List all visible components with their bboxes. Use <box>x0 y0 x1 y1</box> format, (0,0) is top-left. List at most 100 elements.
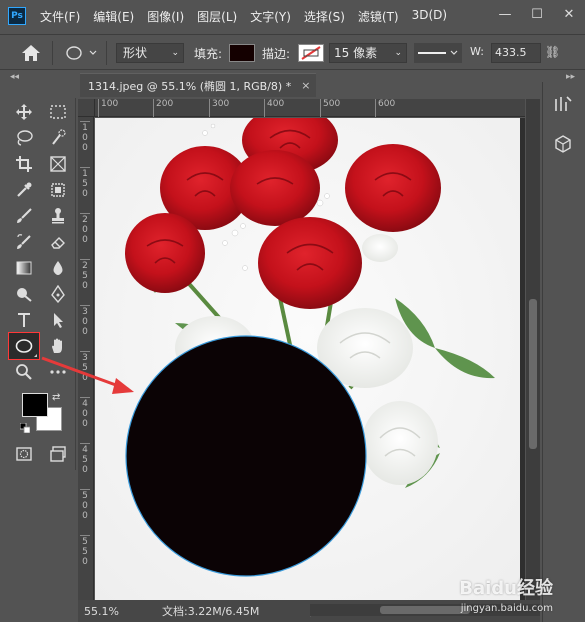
options-bar: 形状 ⌄ 填充: 描边: 15 像素 ⌄ W: 433.5 俳 ⛓ <box>0 34 585 70</box>
scrollbar-thumb[interactable] <box>380 606 470 614</box>
default-colors-icon[interactable] <box>20 423 30 433</box>
stroke-type-select[interactable] <box>414 43 462 63</box>
stamp-icon <box>52 208 64 224</box>
eraser-tool[interactable] <box>44 230 72 254</box>
ruler-origin[interactable] <box>78 99 95 117</box>
crop-icon <box>16 156 32 172</box>
close-window-button[interactable]: ✕ <box>553 0 585 28</box>
pen-tool[interactable] <box>44 282 72 306</box>
frame-icon <box>50 156 66 172</box>
adjustments-icon[interactable] <box>553 94 573 114</box>
quick-selection-tool[interactable] <box>44 126 72 150</box>
hand-tool[interactable] <box>44 334 72 358</box>
document-tab[interactable]: 1314.jpeg @ 55.1% (椭圆 1, RGB/8) * × <box>80 73 316 97</box>
zoom-tool[interactable] <box>10 360 38 384</box>
stroke-color-swatch[interactable] <box>298 44 324 62</box>
minimize-button[interactable]: — <box>489 0 521 28</box>
dodge-tool[interactable] <box>10 282 38 306</box>
scrollbar-thumb[interactable] <box>529 299 537 449</box>
crop-tool[interactable] <box>10 152 38 176</box>
document-canvas[interactable] <box>95 118 525 600</box>
ruler-label: 200 <box>80 213 90 245</box>
stroke-width-value: 15 像素 <box>334 46 378 60</box>
fill-color-swatch[interactable] <box>229 44 255 62</box>
menu-layer[interactable]: 图层(L) <box>197 8 237 25</box>
width-input[interactable]: 433.5 俳 <box>491 43 541 63</box>
stroke-label: 描边: <box>262 47 291 61</box>
menu-image[interactable]: 图像(I) <box>147 8 184 25</box>
ellipse-tool[interactable] <box>8 332 40 360</box>
arrow-cursor-icon <box>54 313 63 328</box>
ellipsis-icon <box>50 370 66 374</box>
vertical-scrollbar[interactable] <box>526 99 540 600</box>
home-icon[interactable] <box>20 43 42 63</box>
path-selection-tool[interactable] <box>44 308 72 332</box>
swap-colors-icon[interactable]: ⇄ <box>52 392 60 403</box>
ruler-label: 550 <box>80 535 90 567</box>
tool-preset-picker[interactable] <box>66 45 100 64</box>
gradient-tool[interactable] <box>10 256 38 280</box>
ruler-label: 600 <box>375 99 395 117</box>
ruler-label: 500 <box>80 489 90 521</box>
vertical-ruler[interactable]: 100 150 200 250 300 350 400 450 500 550 <box>78 117 94 600</box>
line-style-icon <box>414 43 462 63</box>
quick-mask-button[interactable] <box>10 442 38 466</box>
more-tools-button[interactable] <box>44 360 72 384</box>
lasso-tool[interactable] <box>10 126 38 150</box>
screen-mode-button[interactable] <box>44 442 72 466</box>
menu-3d[interactable]: 3D(D) <box>412 8 447 25</box>
right-panel-dock <box>542 82 585 622</box>
dodge-icon <box>17 288 32 302</box>
marquee-tool[interactable] <box>44 100 72 124</box>
ruler-label: 300 <box>209 99 229 117</box>
move-icon <box>16 104 32 120</box>
history-brush-icon <box>17 234 31 249</box>
maximize-button[interactable]: ☐ <box>521 0 553 28</box>
type-tool[interactable] <box>10 308 38 332</box>
quick-mask-icon <box>16 447 32 461</box>
stamp-tool[interactable] <box>44 204 72 228</box>
hand-icon <box>52 338 62 353</box>
menu-filter[interactable]: 滤镜(T) <box>358 8 399 25</box>
frame-tool[interactable] <box>44 152 72 176</box>
history-brush-tool[interactable] <box>10 230 38 254</box>
stroke-width-select[interactable]: 15 像素 ⌄ <box>329 43 407 63</box>
document-size: 文档:3.22M/6.45M <box>162 605 260 618</box>
ruler-label: 450 <box>80 443 90 475</box>
spot-heal-tool[interactable] <box>44 178 72 202</box>
tool-group-indicator <box>34 354 37 357</box>
zoom-level[interactable]: 55.1% <box>78 605 136 618</box>
move-tool[interactable] <box>10 100 38 124</box>
window-controls: — ☐ ✕ <box>489 0 585 28</box>
link-icon[interactable]: ⛓ <box>545 45 560 59</box>
3d-cube-icon[interactable] <box>553 134 573 154</box>
eraser-icon <box>51 237 65 249</box>
menu-type[interactable]: 文字(Y) <box>250 8 291 25</box>
ruler-label: 350 <box>80 351 90 383</box>
fill-label: 填充: <box>194 47 223 61</box>
type-icon <box>18 313 30 327</box>
eyedropper-tool[interactable] <box>10 178 38 202</box>
menu-edit[interactable]: 编辑(E) <box>93 8 134 25</box>
menu-file[interactable]: 文件(F) <box>40 8 80 25</box>
divider <box>52 41 53 65</box>
foreground-color-swatch[interactable] <box>22 393 48 417</box>
ruler-label: 100 <box>80 121 90 153</box>
close-icon[interactable]: × <box>301 79 310 92</box>
magnifier-icon <box>16 364 32 380</box>
drop-icon <box>53 261 63 275</box>
quick-select-icon <box>52 129 66 145</box>
horizontal-ruler[interactable]: 100 200 300 400 500 600 <box>95 99 525 117</box>
chevron-down-icon: ⌄ <box>394 48 402 58</box>
ellipse-icon <box>66 46 97 60</box>
brush-tool[interactable] <box>10 204 38 228</box>
lasso-icon <box>17 130 33 146</box>
ruler-label: 250 <box>80 259 90 291</box>
blur-tool[interactable] <box>44 256 72 280</box>
tool-mode-select[interactable]: 形状 ⌄ <box>116 43 184 63</box>
photoshop-logo: Ps <box>8 7 26 25</box>
ruler-label: 300 <box>80 305 90 337</box>
menu-select[interactable]: 选择(S) <box>304 8 345 25</box>
document-tab-title: 1314.jpeg @ 55.1% (椭圆 1, RGB/8) * <box>88 79 292 93</box>
collapse-toolbar-icon[interactable]: ◂◂ <box>10 72 19 86</box>
